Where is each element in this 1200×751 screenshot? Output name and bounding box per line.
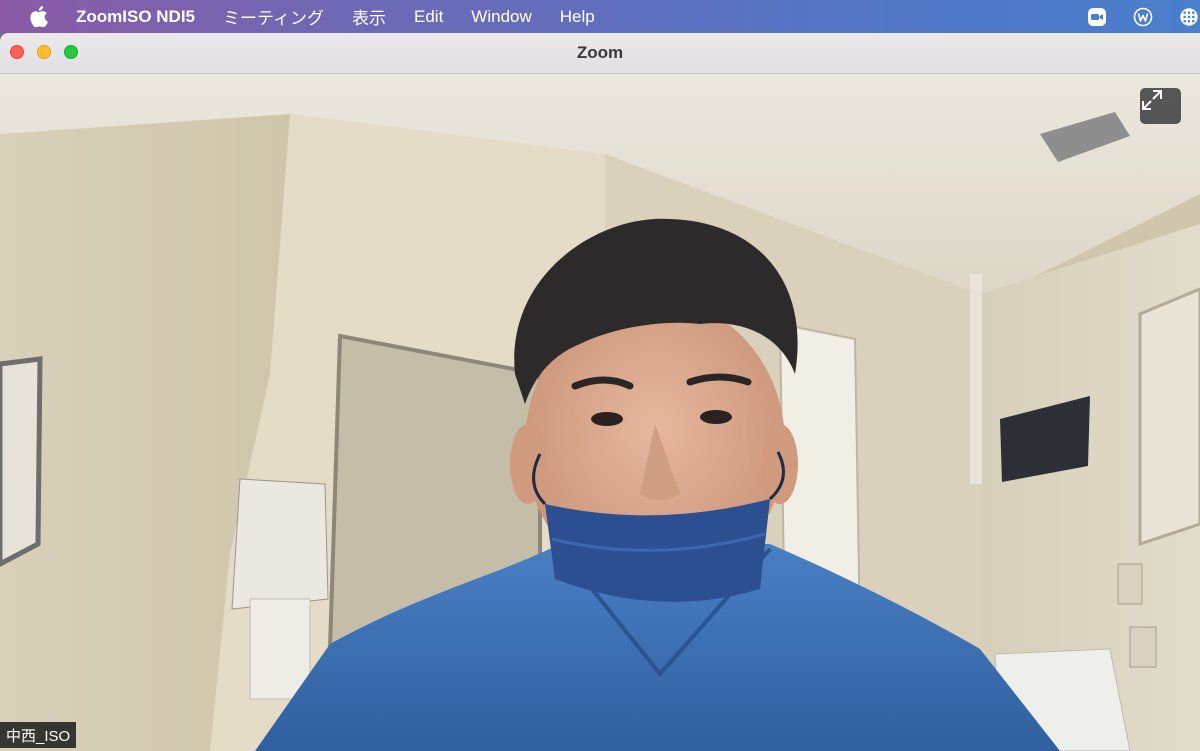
menu-edit[interactable]: Edit xyxy=(414,7,443,27)
menu-view[interactable]: 表示 xyxy=(352,4,386,29)
close-window-button[interactable] xyxy=(10,45,24,59)
video-scene xyxy=(0,74,1200,751)
wall-pipe xyxy=(970,274,982,484)
fullscreen-button[interactable] xyxy=(1140,88,1181,124)
status-tray xyxy=(1062,0,1200,33)
wall-notice xyxy=(231,478,329,610)
wall-frame xyxy=(0,356,43,567)
globe-grid-icon[interactable] xyxy=(1178,6,1200,28)
video-feed[interactable]: 中西_ISO xyxy=(0,74,1200,751)
menu-window[interactable]: Window xyxy=(471,7,531,27)
right-eye xyxy=(700,410,732,424)
left-ear xyxy=(510,424,546,504)
apple-logo-icon[interactable] xyxy=(28,6,50,28)
side-door xyxy=(1138,287,1200,547)
zoom-window: Zoom 中西_ISO xyxy=(0,33,1200,751)
maximize-window-button[interactable] xyxy=(64,45,78,59)
w-circle-icon[interactable] xyxy=(1132,6,1154,28)
left-eye xyxy=(591,412,623,426)
menu-app-name[interactable]: ZoomISO NDI5 xyxy=(76,7,195,27)
zoom-video-icon[interactable] xyxy=(1086,6,1108,28)
menu-bar: ZoomISO NDI5 ミーティング 表示 Edit Window Help xyxy=(0,0,1200,33)
title-bar[interactable]: Zoom xyxy=(0,33,1200,74)
traffic-lights xyxy=(10,45,91,59)
minimize-window-button[interactable] xyxy=(37,45,51,59)
window-title: Zoom xyxy=(576,43,624,62)
right-ear xyxy=(762,424,798,504)
light-switch xyxy=(1117,563,1143,605)
menu-help[interactable]: Help xyxy=(560,7,595,27)
outlet xyxy=(1129,626,1157,668)
participant-name-label: 中西_ISO xyxy=(0,722,77,748)
expand-arrows-icon xyxy=(1142,90,1162,110)
tissue-holder xyxy=(249,598,311,700)
menu-meeting[interactable]: ミーティング xyxy=(223,4,324,29)
